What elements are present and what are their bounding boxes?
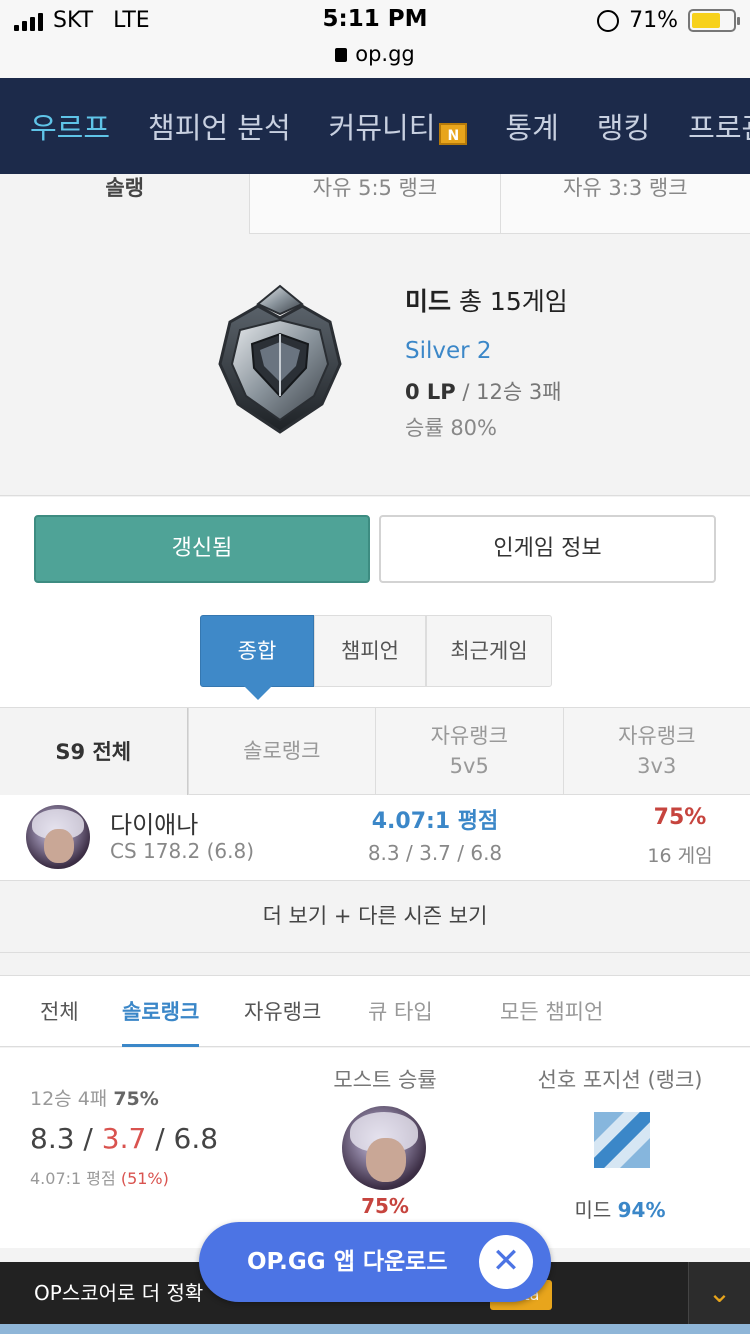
nav-item-community-wrap[interactable]: 커뮤니티 N bbox=[329, 105, 468, 147]
segment-recent-games[interactable]: 최근게임 bbox=[426, 615, 552, 687]
champion-cs: CS 178.2 (6.8) bbox=[110, 839, 255, 863]
tier-winrate: 승률 80% bbox=[405, 416, 497, 440]
record-percent: 75% bbox=[113, 1088, 159, 1110]
deaths: 3.7 bbox=[101, 1122, 147, 1155]
segment-overview[interactable]: 종합 bbox=[200, 615, 314, 700]
segment-champion[interactable]: 챔피언 bbox=[314, 615, 426, 687]
nav-item-ranking[interactable]: 랭킹 bbox=[597, 105, 650, 147]
tier-info: 미드 총 15게임 Silver 2 0 LP / 12승 3패 승률 80% bbox=[405, 282, 568, 442]
filter-queue-type[interactable]: 큐 타입 bbox=[368, 996, 433, 1026]
position-label: 미드 bbox=[405, 287, 452, 316]
filter-tabs: 전체 솔로랭크 자유랭크 큐 타입 모든 챔피언 bbox=[0, 975, 750, 1047]
tier-name: Silver 2 bbox=[405, 338, 492, 364]
season-tabs: S9 전체 솔로랭크 자유랭크 5v5 자유랭크 3v3 bbox=[0, 707, 750, 795]
top-nav: 우르프 챔피언 분석 커뮤니티N 통계 랭킹 프로관 bbox=[0, 78, 750, 174]
kills: 8.3 bbox=[30, 1122, 75, 1155]
assists: 6.8 bbox=[173, 1122, 219, 1155]
tab-flex-3v3[interactable]: 자유 3:3 랭크 bbox=[499, 174, 750, 234]
action-area: 갱신됨 인게임 정보 종합 챔피언 최근게임 bbox=[0, 497, 750, 707]
chevron-down-icon[interactable]: ⌄ bbox=[688, 1262, 750, 1324]
mid-lane-icon bbox=[594, 1112, 650, 1168]
nav-item-champion-analysis[interactable]: 챔피언 분석 bbox=[148, 105, 291, 147]
most-winrate-label: 모스트 승률 bbox=[333, 1068, 437, 1092]
tab-sublabel: 3v3 bbox=[637, 754, 677, 778]
nav-item-pro[interactable]: 프로관 bbox=[688, 105, 750, 147]
tab-label: 자유랭크 bbox=[618, 724, 696, 748]
tier-panel: 미드 총 15게임 Silver 2 0 LP / 12승 3패 승률 80% bbox=[0, 234, 750, 496]
close-icon[interactable]: ✕ bbox=[479, 1235, 533, 1289]
summary-record: 12승 4패 75% bbox=[30, 1084, 159, 1111]
tab-sublabel: 5v5 bbox=[449, 754, 489, 778]
new-badge: N bbox=[439, 122, 468, 145]
lock-icon bbox=[335, 48, 348, 62]
filter-tab-flex-rank[interactable]: 자유랭크 bbox=[244, 996, 321, 1026]
tab-solo-rank[interactable]: 솔랭 bbox=[0, 174, 250, 234]
tab-flex-5v5-season[interactable]: 자유랭크 5v5 bbox=[375, 708, 563, 795]
nav-item-urf[interactable]: 우르프 bbox=[30, 105, 110, 147]
most-winrate-value: 75% bbox=[361, 1194, 409, 1218]
champion-winrate: 75% bbox=[653, 805, 707, 830]
champion-row[interactable]: 다이애나 CS 178.2 (6.8) 4.07:1 평점 8.3 / 3.7 … bbox=[0, 795, 750, 881]
battery-percent: 71% bbox=[629, 8, 678, 33]
most-champion-avatar bbox=[342, 1106, 426, 1190]
opscore-text: OP스코어로 더 정확 bbox=[34, 1281, 204, 1305]
tab-flex-5v5[interactable]: 자유 5:5 랭크 bbox=[249, 174, 500, 234]
renew-button[interactable]: 갱신됨 bbox=[34, 515, 370, 583]
tab-s9-all[interactable]: S9 전체 bbox=[0, 708, 188, 795]
preferred-position: 미드 94% bbox=[520, 1194, 720, 1223]
nav-item-community[interactable]: 커뮤니티 bbox=[329, 111, 436, 145]
summary-ratio: 4.07:1 평점 (51%) bbox=[30, 1165, 169, 1189]
filter-all-champions[interactable]: 모든 챔피언 bbox=[500, 996, 603, 1026]
rotation-lock-icon bbox=[597, 9, 620, 32]
show-more-button[interactable]: 더 보기 + 다른 시즌 보기 bbox=[0, 881, 750, 953]
preferred-position-name: 미드 bbox=[574, 1198, 612, 1222]
nav-item-statistics[interactable]: 통계 bbox=[505, 105, 558, 147]
summary-stats: 12승 4패 75% 8.3 / 3.7 / 6.8 4.07:1 평점 (51… bbox=[0, 1048, 750, 1248]
ingame-info-button[interactable]: 인게임 정보 bbox=[379, 515, 716, 583]
lp-value: 0 LP bbox=[405, 380, 456, 404]
preferred-position-percent: 94% bbox=[617, 1198, 666, 1222]
silver-tier-emblem-icon bbox=[218, 284, 342, 434]
status-right: 71% bbox=[597, 8, 740, 33]
address-bar[interactable]: op.gg bbox=[0, 42, 750, 66]
tab-solo-rank-season[interactable]: 솔로랭크 bbox=[187, 708, 375, 795]
app-download-banner[interactable]: OP.GG 앱 다운로드 ✕ bbox=[199, 1222, 551, 1302]
app-download-text: OP.GG 앱 다운로드 bbox=[247, 1249, 448, 1275]
filter-tab-solo-rank[interactable]: 솔로랭크 bbox=[122, 996, 200, 1047]
champion-kda: 8.3 / 3.7 / 6.8 bbox=[367, 841, 503, 865]
champion-name: 다이애나 bbox=[110, 811, 199, 839]
champion-games: 16 게임 bbox=[647, 845, 713, 867]
record-text: 12승 4패 bbox=[30, 1088, 108, 1110]
champion-kda-ratio: 4.07:1 평점 bbox=[371, 809, 499, 834]
status-bar: SKT LTE 5:11 PM op.gg 71% bbox=[0, 0, 750, 78]
lp-record: 0 LP / 12승 3패 bbox=[405, 376, 568, 406]
win-loss: / 12승 3패 bbox=[462, 380, 562, 404]
champion-avatar bbox=[26, 805, 90, 869]
position-games: 미드 총 15게임 bbox=[405, 282, 568, 318]
filter-tab-all[interactable]: 전체 bbox=[40, 996, 79, 1026]
battery-icon bbox=[688, 9, 740, 32]
tab-flex-3v3-season[interactable]: 자유랭크 3v3 bbox=[562, 708, 750, 795]
queue-tabs: 솔랭 자유 5:5 랭크 자유 3:3 랭크 bbox=[0, 174, 750, 234]
ratio-percent: (51%) bbox=[120, 1169, 169, 1188]
url-text: op.gg bbox=[355, 42, 415, 66]
view-segment-control: 종합 챔피언 최근게임 bbox=[200, 615, 552, 700]
ratio-text: 4.07:1 평점 bbox=[30, 1169, 116, 1188]
tab-label: 자유랭크 bbox=[430, 724, 508, 748]
footer-strip bbox=[0, 1324, 750, 1334]
summary-kda: 8.3 / 3.7 / 6.8 bbox=[30, 1122, 219, 1155]
total-games: 총 15게임 bbox=[458, 287, 568, 316]
preferred-position-label: 선호 포지션 (랭크) bbox=[537, 1068, 703, 1092]
